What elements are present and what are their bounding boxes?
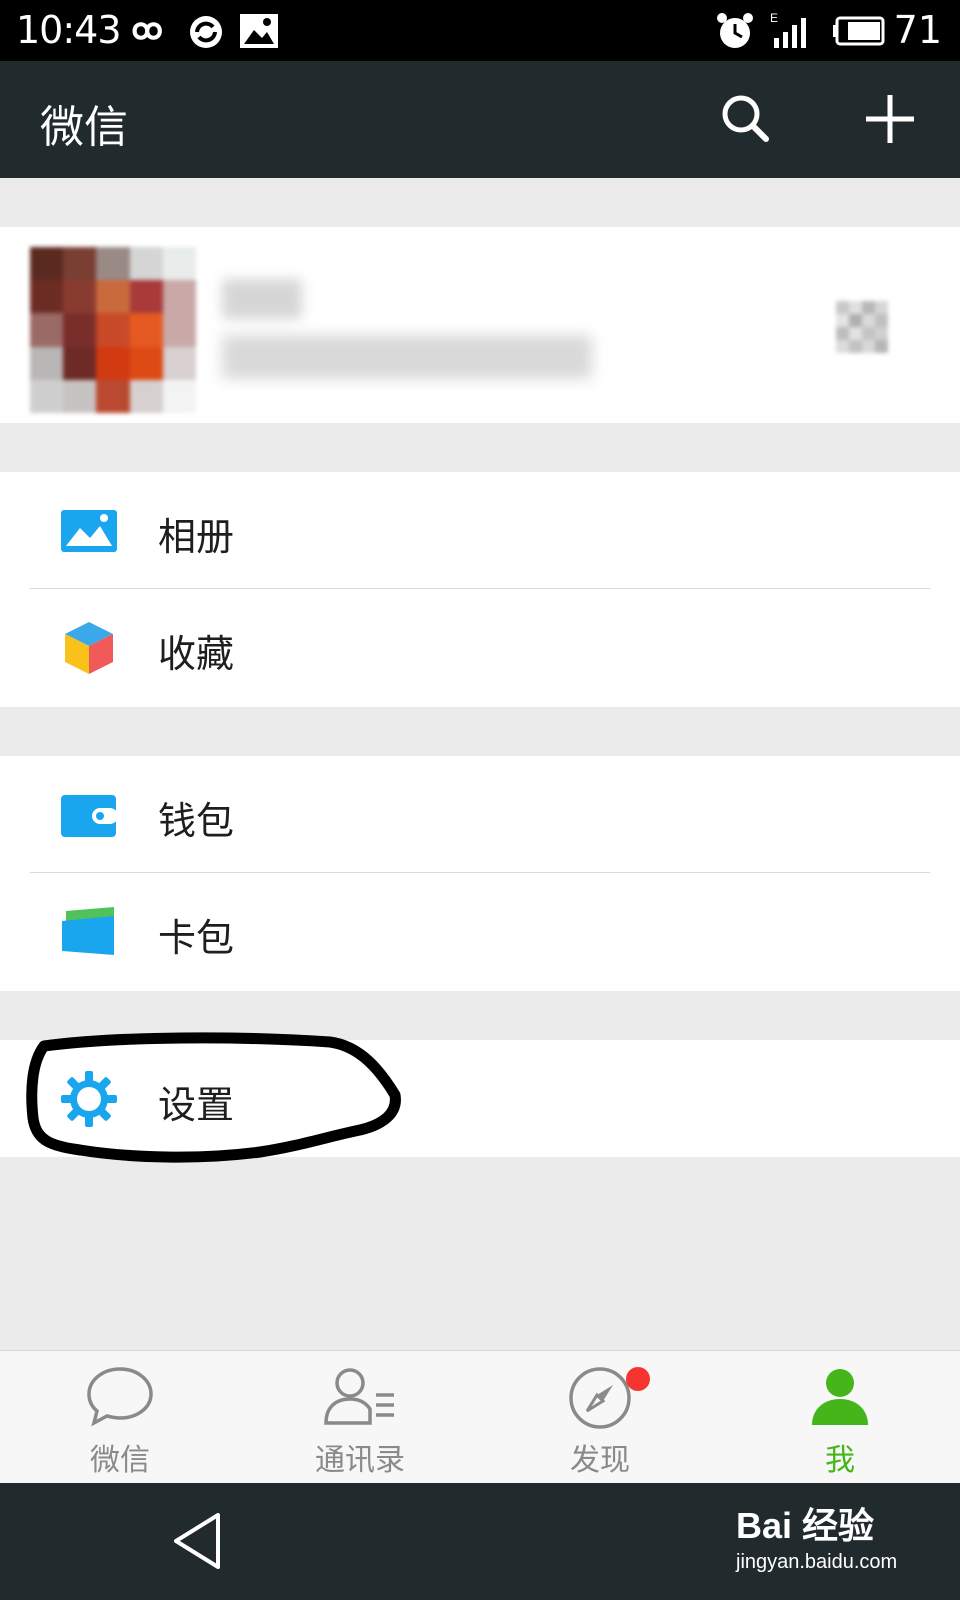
discover-badge-dot [626, 1367, 650, 1391]
search-icon[interactable] [716, 89, 776, 149]
infinity-icon [132, 22, 162, 40]
system-nav-bar: Bai 经验 jingyan.baidu.com [0, 1483, 960, 1600]
tab-label-chats: 微信 [90, 1443, 150, 1478]
sync-icon [190, 16, 222, 48]
tab-label-discover: 发现 [570, 1443, 630, 1478]
menu-item-wallet[interactable]: 钱包 [0, 756, 960, 873]
favorites-cube-icon [65, 622, 113, 674]
alarm-icon [717, 13, 753, 48]
menu-item-album[interactable]: 相册 [0, 472, 960, 589]
person-icon [812, 1369, 868, 1425]
tab-contacts[interactable]: 通讯录 [260, 1351, 460, 1484]
tab-discover[interactable]: 发现 [500, 1351, 700, 1484]
contacts-icon [324, 1368, 394, 1425]
watermark-logo: Bai 经验 [736, 1505, 875, 1546]
baidu-jingyan-watermark: Bai 经验 jingyan.baidu.com [736, 1497, 936, 1574]
menu-group-3: 设置 [0, 1040, 960, 1157]
chat-bubble-icon [87, 1367, 153, 1427]
compass-icon [569, 1367, 631, 1429]
watermark-url: jingyan.baidu.com [736, 1551, 898, 1573]
profile-name-redacted [222, 279, 302, 319]
menu-group-1: 相册 收藏 [0, 472, 960, 707]
avatar [30, 247, 196, 413]
network-type-label: E [770, 11, 778, 25]
menu-item-favorites[interactable]: 收藏 [0, 589, 960, 706]
wallet-icon [61, 795, 118, 837]
album-icon [61, 510, 117, 552]
menu-label-favorites: 收藏 [158, 632, 235, 676]
profile-id-redacted [222, 335, 592, 379]
battery-icon [833, 16, 885, 46]
bottom-tab-bar: 微信 通讯录 发现 我 [0, 1350, 960, 1483]
profile-card[interactable] [0, 227, 960, 423]
page-title: 微信 [40, 102, 128, 153]
status-bar: 10:43 E 71 [0, 0, 960, 61]
qr-code-icon[interactable] [836, 301, 888, 353]
menu-item-settings[interactable]: 设置 [0, 1040, 960, 1157]
menu-label-settings: 设置 [158, 1083, 235, 1127]
title-bar: 微信 [0, 61, 960, 178]
signal-icon: E [770, 11, 806, 48]
menu-label-wallet: 钱包 [158, 799, 235, 843]
menu-label-album: 相册 [158, 515, 235, 559]
image-notification-icon [240, 14, 278, 48]
tab-label-me: 我 [825, 1443, 855, 1478]
menu-group-2: 钱包 卡包 [0, 756, 960, 991]
tab-chats[interactable]: 微信 [20, 1351, 220, 1484]
add-icon[interactable] [860, 89, 920, 149]
battery-percent: 71 [893, 8, 942, 52]
status-time: 10:43 [16, 8, 122, 52]
tab-label-contacts: 通讯录 [315, 1443, 405, 1478]
tab-me[interactable]: 我 [740, 1351, 940, 1484]
menu-label-cards: 卡包 [158, 916, 235, 960]
card-pack-icon [62, 907, 114, 955]
settings-gear-icon [61, 1071, 117, 1127]
menu-item-cards[interactable]: 卡包 [0, 873, 960, 990]
back-triangle-icon[interactable] [170, 1511, 226, 1571]
